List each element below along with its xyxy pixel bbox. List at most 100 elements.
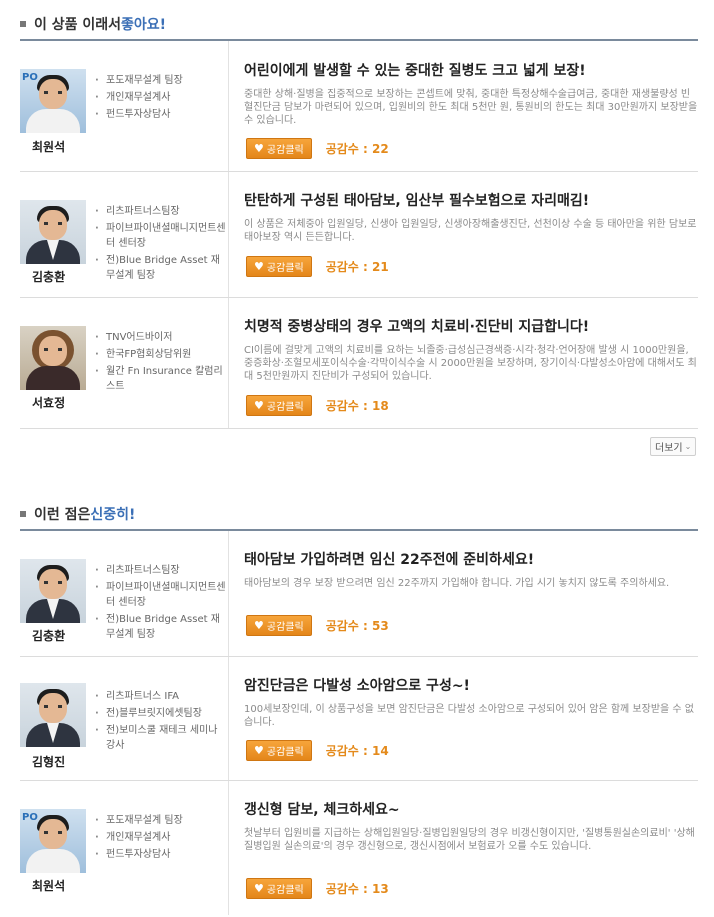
section-title-text: 이 상품 이래서 [34, 17, 122, 33]
review-description: 이 상품은 저체중아 입원일당, 신생아 입원일당, 신생아장해출생진단, 선천… [244, 219, 697, 243]
review-content: 어린이에게 발생할 수 있는 중대한 질병도 크고 넓게 보장! 중대한 상해·… [244, 60, 698, 127]
heart-icon: ♥ [254, 619, 264, 632]
like-bar: ♥ 공감클릭 공감수 : 13 [246, 878, 389, 899]
credential-item: 포도재무설계 팀장 [92, 813, 228, 828]
author-name: 최원석 [32, 140, 66, 154]
like-count: 공감수 : 22 [325, 142, 389, 156]
avatar: PO [20, 69, 86, 133]
like-button[interactable]: ♥ 공감클릭 [246, 138, 312, 159]
heart-icon: ♥ [254, 260, 264, 273]
column-divider [228, 298, 229, 428]
like-count: 공감수 : 21 [325, 260, 389, 274]
author-credentials: TNV어드바이저 한국FP협회상담위원 월간 Fn Insurance 칼럼리스… [92, 330, 228, 396]
credential-item: 전)Blue Bridge Asset 재무설계 팀장 [92, 612, 228, 642]
like-count: 공감수 : 13 [325, 882, 389, 896]
section-title-text: 이런 점은 [34, 507, 91, 523]
credential-item: 전)블루브릿지에셋팀장 [92, 706, 228, 721]
credential-item: 개인재무설계사 [92, 90, 228, 105]
like-button[interactable]: ♥ 공감클릭 [246, 395, 312, 416]
author-credentials: 포도재무설계 팀장 개인재무설계사 펀드투자상담사 [92, 73, 228, 124]
heart-icon: ♥ [254, 882, 264, 895]
credential-item: 리츠파트너스팀장 [92, 204, 228, 219]
review-card: 서효정 TNV어드바이저 한국FP협회상담위원 월간 Fn Insurance … [20, 298, 698, 429]
column-divider [228, 172, 229, 297]
review-content: 암진단금은 다발성 소아암으로 구성~! 100세보장인데, 이 상품구성을 보… [244, 675, 698, 729]
credential-item: 리츠파트너스팀장 [92, 563, 228, 578]
like-button[interactable]: ♥ 공감클릭 [246, 615, 312, 636]
like-count: 공감수 : 14 [325, 744, 389, 758]
review-card: PO 최원석 포도재무설계 팀장 개인재무설계사 펀드투자상담사 갱신형 담보,… [20, 781, 698, 915]
more-button[interactable]: 더보기 ⌄ [650, 437, 697, 456]
author-credentials: 포도재무설계 팀장 개인재무설계사 펀드투자상담사 [92, 813, 228, 864]
avatar: PO [20, 809, 86, 873]
logo-icon: PO [22, 812, 38, 823]
review-description: 태아담보의 경우 보장 받으려면 임신 22주까지 가입해야 합니다. 가입 시… [244, 578, 670, 589]
review-card: 김충환 리츠파트너스팀장 파이브파이낸셜매니지먼트센터 센터장 전)Blue B… [20, 531, 698, 657]
like-bar: ♥ 공감클릭 공감수 : 21 [246, 256, 389, 277]
avatar [20, 683, 86, 747]
review-card: PO 최원석 포도재무설계 팀장 개인재무설계사 펀드투자상담사 어린이에게 발… [20, 41, 698, 172]
column-divider [228, 41, 229, 171]
heart-icon: ♥ [254, 142, 264, 155]
review-content: 치명적 중병상태의 경우 고액의 치료비·진단비 지급합니다! CI이름에 걸맞… [244, 316, 698, 383]
credential-item: 포도재무설계 팀장 [92, 73, 228, 88]
heart-icon: ♥ [254, 399, 264, 412]
credential-item: 파이브파이낸셜매니지먼트센터 센터장 [92, 580, 228, 610]
review-headline: 암진단금은 다발성 소아암으로 구성~! [244, 678, 470, 694]
review-headline: 치명적 중병상태의 경우 고액의 치료비·진단비 지급합니다! [244, 319, 590, 335]
review-headline: 탄탄하게 구성된 태아담보, 임산부 필수보험으로 자리매김! [244, 193, 590, 209]
review-headline: 어린이에게 발생할 수 있는 중대한 질병도 크고 넓게 보장! [244, 63, 586, 79]
review-description: CI이름에 걸맞게 고액의 치료비를 요하는 뇌졸중·급성심근경색증·시각·청각… [244, 345, 697, 382]
like-bar: ♥ 공감클릭 공감수 : 18 [246, 395, 389, 416]
section-title-pros: 이 상품 이래서 좋아요! [20, 14, 166, 34]
author-name: 최원석 [32, 879, 66, 893]
author-name: 김충환 [32, 629, 66, 643]
avatar [20, 200, 86, 264]
review-content: 태아담보 가입하려면 임신 22주전에 준비하세요! 태아담보의 경우 보장 받… [244, 549, 698, 590]
section-title-cautions: 이런 점은 신중히! [20, 504, 135, 524]
author-name: 김형진 [32, 755, 66, 769]
like-button[interactable]: ♥ 공감클릭 [246, 878, 312, 899]
review-headline: 갱신형 담보, 체크하세요~ [244, 802, 400, 818]
review-description: 첫날부터 입원비를 지급하는 상해입원일당·질병입원일당의 경우 비갱신형이지만… [244, 828, 695, 852]
review-headline: 태아담보 가입하려면 임신 22주전에 준비하세요! [244, 552, 535, 568]
credential-item: 펀드투자상담사 [92, 107, 228, 122]
column-divider [228, 531, 229, 656]
author-credentials: 리츠파트너스팀장 파이브파이낸셜매니지먼트센터 센터장 전)Blue Bridg… [92, 204, 228, 285]
review-content: 갱신형 담보, 체크하세요~ 첫날부터 입원비를 지급하는 상해입원일당·질병입… [244, 799, 698, 853]
author-credentials: 리츠파트너스 IFA 전)블루브릿지에셋팀장 전)보미스쿨 재테크 세미나 강사 [92, 689, 228, 755]
review-card: 김형진 리츠파트너스 IFA 전)블루브릿지에셋팀장 전)보미스쿨 재테크 세미… [20, 657, 698, 781]
author-credentials: 리츠파트너스팀장 파이브파이낸셜매니지먼트센터 센터장 전)Blue Bridg… [92, 563, 228, 644]
like-bar: ♥ 공감클릭 공감수 : 14 [246, 740, 389, 761]
avatar [20, 559, 86, 623]
heart-icon: ♥ [254, 744, 264, 757]
credential-item: TNV어드바이저 [92, 330, 228, 345]
credential-item: 전)Blue Bridge Asset 재무설계 팀장 [92, 253, 228, 283]
section-title-accent: 좋아요! [121, 17, 167, 33]
square-bullet-icon [20, 511, 26, 517]
credential-item: 한국FP협회상담위원 [92, 347, 228, 362]
author-name: 서효정 [32, 396, 66, 410]
like-button[interactable]: ♥ 공감클릭 [246, 256, 312, 277]
like-count: 공감수 : 18 [325, 399, 389, 413]
section-title-accent: 신중히! [90, 507, 136, 523]
logo-icon: PO [22, 72, 38, 83]
like-bar: ♥ 공감클릭 공감수 : 22 [246, 138, 389, 159]
review-content: 탄탄하게 구성된 태아담보, 임산부 필수보험으로 자리매김! 이 상품은 저체… [244, 190, 698, 244]
column-divider [228, 781, 229, 915]
review-card: 김충환 리츠파트너스팀장 파이브파이낸셜매니지먼트센터 센터장 전)Blue B… [20, 172, 698, 298]
review-description: 중대한 상해·질병을 집중적으로 보장하는 콘셉트에 맞춰, 중대한 특정상해수… [244, 89, 698, 126]
credential-item: 월간 Fn Insurance 칼럼리스트 [92, 364, 228, 394]
author-name: 김충환 [32, 270, 66, 284]
like-bar: ♥ 공감클릭 공감수 : 53 [246, 615, 389, 636]
credential-item: 개인재무설계사 [92, 830, 228, 845]
review-description: 100세보장인데, 이 상품구성을 보면 암진단금은 다발성 소아암으로 구성되… [244, 704, 694, 728]
column-divider [228, 657, 229, 780]
credential-item: 리츠파트너스 IFA [92, 689, 228, 704]
credential-item: 전)보미스쿨 재테크 세미나 강사 [92, 723, 228, 753]
square-bullet-icon [20, 21, 26, 27]
like-count: 공감수 : 53 [325, 619, 389, 633]
avatar [20, 326, 86, 390]
like-button[interactable]: ♥ 공감클릭 [246, 740, 312, 761]
chevron-down-icon: ⌄ [684, 442, 692, 451]
